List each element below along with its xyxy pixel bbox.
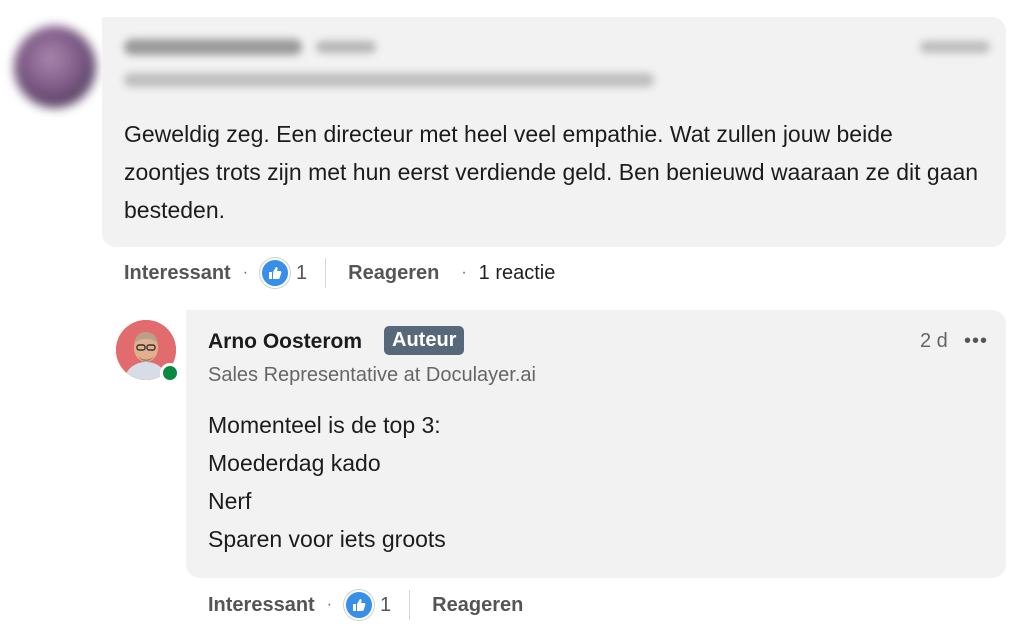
reply-text: Momenteel is de top 3: Moederdag kado Ne… xyxy=(208,406,446,558)
comment-actions: Interessant · 1 Reageren · 1 reactie xyxy=(124,258,555,288)
more-horizontal-icon[interactable]: ••• xyxy=(964,330,988,353)
reply-button[interactable]: Reageren xyxy=(348,262,439,285)
comment-bubble: Geweldig zeg. Een directeur met heel vee… xyxy=(102,17,1006,247)
author-headline: Sales Representative at Doculayer.ai xyxy=(208,364,536,386)
like-button[interactable]: Interessant xyxy=(124,262,231,285)
separator-dot: · xyxy=(326,596,333,613)
commenter-connection-blurred xyxy=(316,41,376,53)
reply-line: Moederdag kado xyxy=(208,450,381,476)
reply-button[interactable]: Reageren xyxy=(432,594,523,617)
comment-text: Geweldig zeg. Een directeur met heel vee… xyxy=(124,121,979,223)
separator-dot: · xyxy=(461,264,467,281)
separator-dot: · xyxy=(242,264,249,281)
commenter-name-blurred[interactable] xyxy=(124,39,302,55)
author-badge: Auteur xyxy=(384,326,465,355)
divider xyxy=(325,258,327,288)
author-name[interactable]: Arno Oosterom xyxy=(208,330,362,354)
like-count[interactable]: 1 xyxy=(380,594,391,617)
reply-line: Sparen voor iets groots xyxy=(208,526,446,552)
online-status-indicator xyxy=(160,363,180,383)
divider xyxy=(409,590,411,620)
thumbs-up-icon[interactable] xyxy=(260,258,291,288)
like-button[interactable]: Interessant xyxy=(208,594,315,617)
comment-time-blurred xyxy=(920,41,990,53)
reply-bubble: Arno Oosterom Auteur 2 d ••• Sales Repre… xyxy=(186,310,1006,578)
reply-time: 2 d xyxy=(920,330,948,352)
reply-line: Nerf xyxy=(208,488,252,514)
commenter-headline-blurred xyxy=(124,73,654,87)
commenter-avatar[interactable] xyxy=(14,26,96,108)
reply-actions: Interessant · 1 Reageren xyxy=(208,590,523,620)
like-count[interactable]: 1 xyxy=(296,262,307,285)
reply-count-link[interactable]: 1 reactie xyxy=(479,262,556,285)
thumbs-up-icon[interactable] xyxy=(344,590,375,620)
reply-line: Momenteel is de top 3: xyxy=(208,412,441,438)
